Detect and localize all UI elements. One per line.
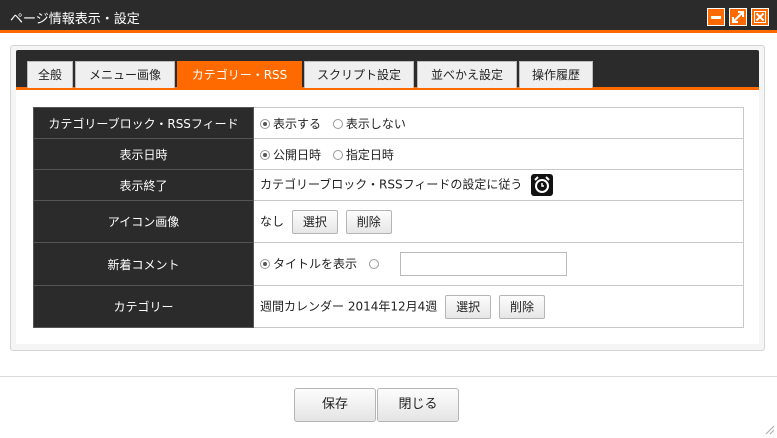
category-delete-button[interactable]: 削除: [498, 294, 545, 319]
comment-value: タイトルを表示: [253, 242, 744, 286]
date-specified-label: 指定日時: [345, 147, 394, 162]
category-label: カテゴリー: [33, 285, 254, 328]
feed-value: 表示する 表示しない: [253, 107, 744, 139]
settings-table: カテゴリーブロック・RSSフィード 表示する 表示しない 表示日時 公開日時 指…: [33, 107, 744, 328]
radio-unchecked-icon: [332, 149, 343, 160]
comment-label: 新着コメント: [33, 242, 254, 286]
date-value: 公開日時 指定日時: [253, 138, 744, 170]
alarm-clock-icon: [534, 176, 550, 193]
radio-checked-icon: [260, 258, 270, 269]
row-feed: カテゴリーブロック・RSSフィード 表示する 表示しない: [33, 107, 744, 139]
window-titlebar: ページ情報表示・設定: [0, 0, 777, 33]
icon-value: なし 選択 削除: [253, 200, 744, 243]
comment-title-option[interactable]: タイトルを表示: [260, 257, 357, 271]
date-publish-option[interactable]: 公開日時: [260, 148, 321, 162]
row-end: 表示終了 カテゴリーブロック・RSSフィードの設定に従う: [33, 169, 744, 201]
date-label: 表示日時: [33, 138, 254, 170]
save-button[interactable]: 保存: [294, 388, 376, 422]
comment-title-label: タイトルを表示: [273, 256, 358, 271]
close-button[interactable]: 閉じる: [377, 388, 459, 422]
tab-category-rss[interactable]: カテゴリー・RSS: [177, 61, 302, 89]
feed-show-option[interactable]: 表示する: [260, 117, 321, 131]
radio-unchecked-icon: [332, 118, 343, 129]
window-controls: [707, 8, 769, 26]
category-value-text: 週間カレンダー 2014年12月4週: [260, 299, 438, 313]
icon-select-button[interactable]: 選択: [291, 209, 338, 234]
category-select-button[interactable]: 選択: [445, 294, 492, 319]
icon-label: アイコン画像: [33, 200, 254, 243]
tab-menu-image[interactable]: メニュー画像: [75, 61, 175, 88]
alarm-clock-button[interactable]: [531, 174, 554, 196]
row-icon: アイコン画像 なし 選択 削除: [33, 200, 744, 243]
maximize-icon: [732, 11, 744, 23]
row-date: 表示日時 公開日時 指定日時: [33, 138, 744, 170]
tab-script-settings[interactable]: スクリプト設定: [304, 61, 414, 88]
resize-grip-icon[interactable]: [763, 423, 775, 435]
date-publish-label: 公開日時: [273, 147, 322, 162]
end-value-text: カテゴリーブロック・RSSフィードの設定に従う: [260, 177, 523, 192]
radio-checked-icon: [260, 149, 270, 160]
maximize-button[interactable]: [729, 8, 747, 26]
comment-text-input[interactable]: [399, 252, 567, 276]
close-icon: [754, 11, 766, 23]
settings-panel: 全般 メニュー画像 カテゴリー・RSS スクリプト設定 並べかえ設定 操作履歴 …: [10, 45, 765, 351]
end-value: カテゴリーブロック・RSSフィードの設定に従う: [253, 169, 744, 201]
minimize-button[interactable]: [707, 8, 725, 26]
tab-general[interactable]: 全般: [27, 61, 73, 88]
tab-sort-settings[interactable]: 並べかえ設定: [417, 61, 517, 88]
tab-operation-history[interactable]: 操作履歴: [519, 61, 593, 88]
row-category: カテゴリー 週間カレンダー 2014年12月4週 選択 削除: [33, 285, 744, 328]
window-title: ページ情報表示・設定: [10, 12, 140, 27]
feed-label: カテゴリーブロック・RSSフィード: [33, 107, 254, 139]
category-value: 週間カレンダー 2014年12月4週 選択 削除: [253, 285, 744, 328]
date-specified-option[interactable]: 指定日時: [332, 147, 394, 162]
icon-delete-button[interactable]: 削除: [345, 209, 392, 234]
icon-value-text: なし: [260, 214, 285, 228]
tab-bar: 全般 メニュー画像 カテゴリー・RSS スクリプト設定 並べかえ設定 操作履歴: [16, 50, 759, 90]
comment-custom-radio[interactable]: [368, 258, 379, 269]
feed-hide-label: 表示しない: [345, 116, 406, 131]
feed-hide-option[interactable]: 表示しない: [332, 116, 406, 131]
feed-show-label: 表示する: [273, 116, 322, 131]
tab-content: カテゴリーブロック・RSSフィード 表示する 表示しない 表示日時 公開日時 指…: [16, 90, 759, 344]
end-label: 表示終了: [33, 169, 254, 201]
close-window-button[interactable]: [751, 8, 769, 26]
dialog-footer: 保存 閉じる: [0, 376, 777, 438]
radio-checked-icon: [260, 118, 270, 129]
row-comment: 新着コメント タイトルを表示: [33, 242, 744, 286]
minimize-icon: [711, 16, 721, 19]
